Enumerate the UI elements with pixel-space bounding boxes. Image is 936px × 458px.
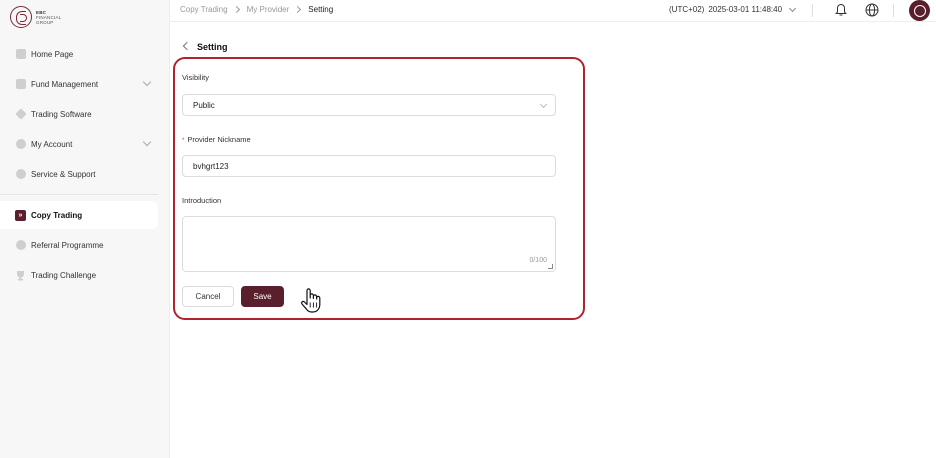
character-counter: 0/100 — [529, 257, 547, 264]
visibility-value: Public — [193, 100, 215, 110]
help-icon — [15, 169, 26, 180]
save-button[interactable]: Save — [241, 286, 284, 307]
page-title: Setting — [197, 42, 228, 52]
visibility-label: Visibility — [182, 73, 209, 82]
sidebar-item-fund-management[interactable]: Fund Management — [0, 70, 158, 98]
breadcrumb-my-provider[interactable]: My Provider — [247, 5, 290, 14]
timezone-label: (UTC+02) — [669, 5, 705, 14]
back-arrow-icon[interactable] — [182, 41, 192, 51]
avatar[interactable] — [909, 0, 930, 21]
sidebar-item-trading-challenge[interactable]: Trading Challenge — [0, 261, 158, 289]
nickname-label-text: Provider Nickname — [187, 135, 251, 144]
divider — [893, 4, 894, 17]
cancel-button[interactable]: Cancel — [182, 286, 234, 307]
chevron-down-icon — [142, 77, 152, 87]
sidebar: EBC FINANCIAL GROUP Home Page Fund Manag… — [0, 0, 170, 458]
trophy-icon — [15, 270, 26, 281]
sidebar-item-label: Trading Challenge — [31, 270, 97, 280]
cube-icon — [14, 108, 27, 120]
brand-logo[interactable]: EBC FINANCIAL GROUP — [10, 6, 61, 28]
top-bar: Copy Trading My Provider Setting (UTC+02… — [170, 0, 936, 22]
chevron-right-icon — [232, 5, 240, 14]
logo-text: EBC FINANCIAL GROUP — [36, 10, 61, 25]
introduction-label: Introduction — [182, 196, 222, 205]
sidebar-item-referral-programme[interactable]: Referral Programme — [0, 231, 158, 259]
brand-line3: GROUP — [36, 19, 54, 25]
sidebar-item-label: Home Page — [31, 49, 74, 59]
breadcrumb: Copy Trading My Provider Setting — [180, 5, 333, 14]
referral-icon — [15, 240, 26, 251]
home-icon — [15, 49, 26, 60]
sidebar-item-my-account[interactable]: My Account — [0, 130, 158, 158]
sidebar-item-service-support[interactable]: Service & Support — [0, 160, 158, 188]
nickname-input[interactable]: bvhgrt123 — [182, 155, 556, 177]
chevron-right-icon — [294, 5, 302, 14]
sidebar-item-label: My Account — [31, 139, 73, 149]
sidebar-item-copy-trading[interactable]: » Copy Trading — [0, 201, 158, 229]
hand-pointer-icon — [301, 288, 321, 313]
chevron-down-icon — [539, 100, 548, 109]
nickname-value: bvhgrt123 — [193, 161, 229, 171]
fund-icon — [15, 79, 26, 90]
resize-handle-icon[interactable] — [548, 264, 553, 269]
avatar-logo-icon — [913, 4, 926, 17]
sidebar-item-trading-software[interactable]: Trading Software — [0, 100, 158, 128]
chevron-down-icon — [142, 137, 152, 147]
breadcrumb-setting: Setting — [308, 5, 334, 14]
visibility-select[interactable]: Public — [182, 94, 556, 116]
introduction-textarea[interactable]: 0/100 — [182, 216, 556, 272]
sidebar-item-label: Service & Support — [31, 169, 96, 179]
timezone-selector[interactable]: (UTC+02) 2025-03-01 11:48:40 — [669, 4, 797, 14]
nickname-label: * Provider Nickname — [182, 135, 251, 144]
globe-icon[interactable] — [865, 3, 879, 17]
copy-trading-icon: » — [15, 209, 26, 221]
sidebar-divider — [0, 194, 158, 195]
datetime-label: 2025-03-01 11:48:40 — [708, 5, 783, 14]
sidebar-item-home-page[interactable]: Home Page — [0, 40, 158, 68]
bell-icon[interactable] — [835, 3, 847, 17]
user-icon — [15, 139, 26, 150]
breadcrumb-copy-trading[interactable]: Copy Trading — [180, 5, 228, 14]
sidebar-item-label: Trading Software — [31, 109, 92, 119]
divider — [812, 4, 813, 17]
chevron-down-icon — [789, 4, 797, 12]
sidebar-item-label: Copy Trading — [31, 210, 83, 220]
required-mark: * — [182, 138, 185, 144]
sidebar-item-label: Referral Programme — [31, 240, 104, 250]
logo-icon — [10, 6, 32, 28]
sidebar-item-label: Fund Management — [31, 79, 99, 89]
